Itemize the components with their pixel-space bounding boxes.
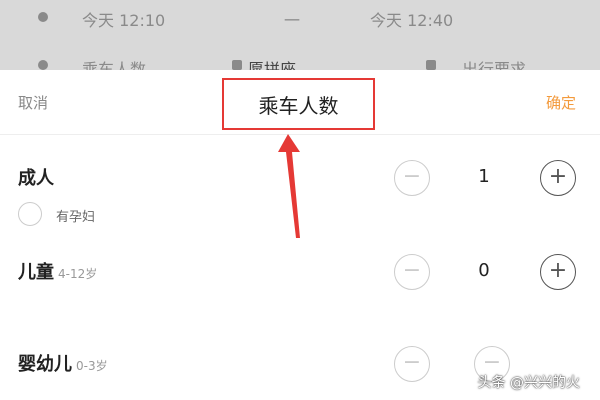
pregnant-radio[interactable] xyxy=(18,202,42,226)
pregnant-label: 有孕妇 xyxy=(56,210,96,225)
sheet-title: 乘车人数 xyxy=(258,94,339,118)
passenger-count-sheet: 取消 乘车人数 确定 成人 − 1 + 有孕妇 儿童 4-12岁 − 0 + 婴幼… xyxy=(0,72,600,400)
adult-minus-button[interactable]: − xyxy=(394,160,430,196)
time-range-row: 今天 12:10 一 今天 12:40 xyxy=(0,5,600,35)
adult-label: 成人 xyxy=(18,168,54,189)
child-plus-button[interactable]: + xyxy=(540,254,576,290)
title-highlight-box: 乘车人数 xyxy=(222,78,375,130)
options-row: 乘车人数 愿拼座 出行要求 xyxy=(0,56,600,70)
child-minus-button[interactable]: − xyxy=(394,254,430,290)
clock-icon xyxy=(38,12,48,22)
requirement-icon xyxy=(426,60,436,70)
adult-count: 1 xyxy=(478,166,490,187)
child-label-group: 儿童 4-12岁 xyxy=(18,258,97,284)
carpool-label: 愿拼座 xyxy=(248,60,297,70)
infant-minus-button[interactable]: − xyxy=(394,346,430,382)
adult-plus-button[interactable]: + xyxy=(540,160,576,196)
end-time: 今天 12:40 xyxy=(370,11,454,30)
cancel-button[interactable]: 取消 xyxy=(18,92,48,113)
person-icon xyxy=(38,60,48,70)
infant-label-group: 婴幼儿 0-3岁 xyxy=(18,350,108,376)
confirm-button[interactable]: 确定 xyxy=(546,92,576,113)
start-time: 今天 12:10 xyxy=(82,11,166,30)
time-separator: 一 xyxy=(284,11,301,30)
child-count: 0 xyxy=(478,260,490,281)
infant-age-range: 0-3岁 xyxy=(76,359,108,373)
child-label: 儿童 xyxy=(18,262,54,283)
seat-icon xyxy=(232,60,242,70)
child-age-range: 4-12岁 xyxy=(58,267,98,281)
watermark-text: 头条 @兴兴的火 xyxy=(477,375,580,391)
sheet-header: 取消 乘车人数 确定 xyxy=(0,72,600,135)
background-page: 今天 12:10 一 今天 12:40 乘车人数 愿拼座 出行要求 xyxy=(0,0,600,70)
passenger-count-label: 乘车人数 xyxy=(82,60,147,70)
travel-requirement-label: 出行要求 xyxy=(462,60,527,70)
infant-label: 婴幼儿 xyxy=(18,354,72,375)
